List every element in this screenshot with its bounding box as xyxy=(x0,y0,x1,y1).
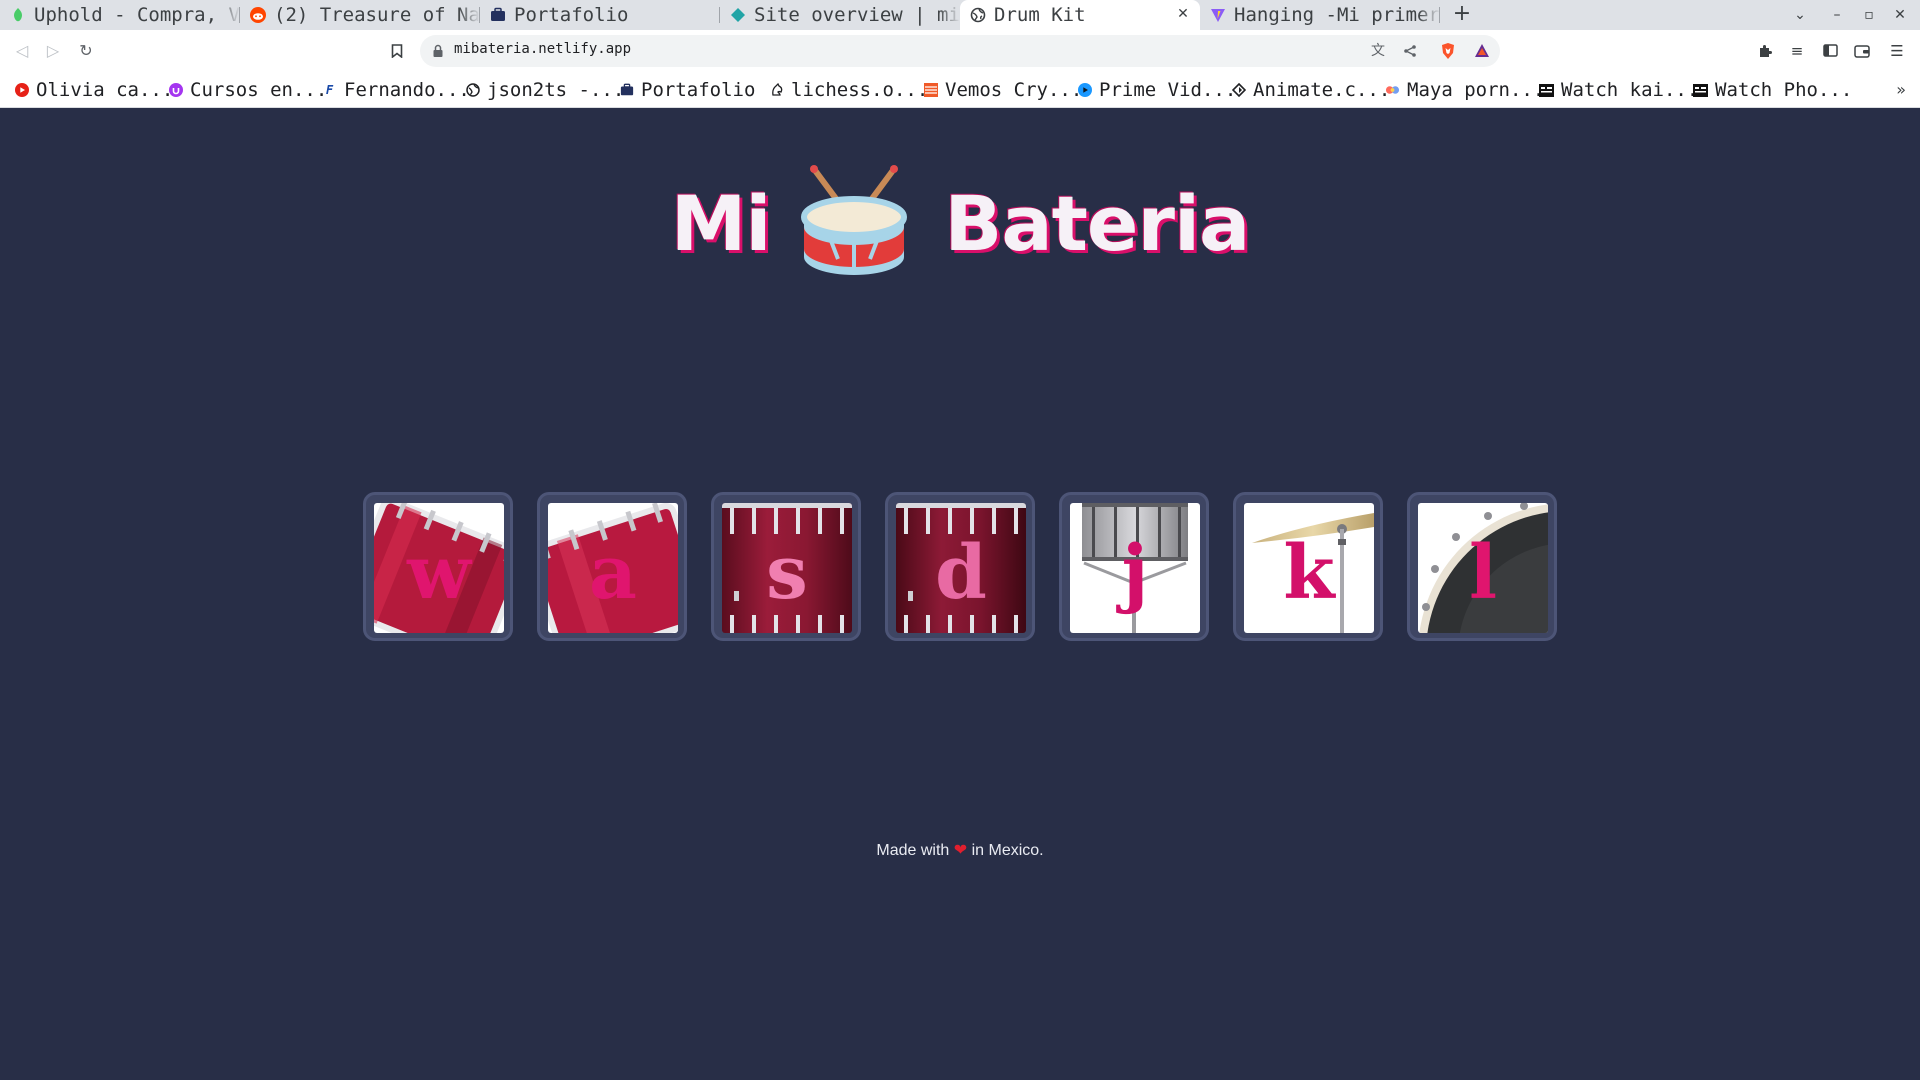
key-letter: a xyxy=(589,530,637,616)
colorful-icon xyxy=(1385,83,1400,98)
prime-video-icon xyxy=(1077,83,1092,98)
drum-key-k[interactable]: k xyxy=(1233,492,1383,641)
drum-key-w[interactable]: w xyxy=(363,492,513,641)
bookmark-item[interactable]: Watch Pho... xyxy=(1693,77,1852,103)
drum-key-j[interactable]: j xyxy=(1059,492,1209,641)
brave-shields-icon[interactable] xyxy=(1438,41,1458,61)
new-tab-button[interactable]: + xyxy=(1450,3,1474,27)
tab-netlify[interactable]: Site overview | mi xyxy=(720,0,960,30)
minimize-icon[interactable]: – xyxy=(1826,4,1848,26)
key-letter: l xyxy=(1468,530,1498,616)
vite-icon xyxy=(1210,7,1226,23)
more-bookmarks-icon[interactable]: » xyxy=(1896,80,1906,99)
globe-icon xyxy=(465,83,480,98)
key-letter: k xyxy=(1283,530,1335,616)
wallet-icon[interactable] xyxy=(1851,40,1873,62)
tab-reddit[interactable]: (2) Treasure of Na xyxy=(240,0,480,30)
heart-icon: ❤ xyxy=(953,842,968,859)
brave-rewards-icon[interactable] xyxy=(1472,41,1492,61)
key-letter: s xyxy=(766,530,808,616)
page-title: Mi Bateria xyxy=(0,158,1920,288)
restore-icon[interactable]: ▫ xyxy=(1858,4,1880,26)
bookmark-item[interactable]: Animate.c... xyxy=(1231,77,1390,103)
title-right: Bateria xyxy=(944,178,1250,268)
title-left: Mi xyxy=(670,178,772,268)
close-tab-icon[interactable]: ✕ xyxy=(1174,5,1192,23)
bookmark-item[interactable]: Maya porn... xyxy=(1385,77,1544,103)
footer-text: Made with ❤ in Mexico. xyxy=(876,842,1044,859)
key-letter: w xyxy=(407,530,471,616)
reddit-icon xyxy=(250,7,266,23)
uphold-icon xyxy=(10,7,26,23)
bookmark-item[interactable]: F Fernando... xyxy=(322,77,470,103)
bookmark-item[interactable]: Prime Vid... xyxy=(1077,77,1236,103)
youtube-icon xyxy=(14,83,29,98)
tab-uphold[interactable]: Uphold - Compra, V xyxy=(0,0,240,30)
tab-drum-kit[interactable]: Drum Kit ✕ xyxy=(960,0,1200,30)
drum-key-l[interactable]: l xyxy=(1407,492,1557,641)
close-window-icon[interactable]: ✕ xyxy=(1889,4,1911,26)
briefcase-icon xyxy=(490,7,506,23)
film-icon xyxy=(1539,83,1554,98)
drum-key-a[interactable]: a xyxy=(537,492,687,641)
address-bar[interactable]: mibateria.netlify.app 文 xyxy=(420,35,1500,67)
drum-icon xyxy=(798,163,910,283)
bookmark-item[interactable]: Watch kai... xyxy=(1539,77,1698,103)
film-icon xyxy=(1693,83,1708,98)
menu-icon[interactable]: ☰ xyxy=(1886,40,1908,62)
forward-icon[interactable]: ▷ xyxy=(41,39,65,63)
lock-icon xyxy=(432,43,448,59)
vemos-icon xyxy=(923,83,938,98)
back-icon[interactable]: ◁ xyxy=(10,39,34,63)
media-controls-icon[interactable]: ≡ xyxy=(1786,40,1808,62)
tab-hanging[interactable]: Hanging -Mi primer xyxy=(1200,0,1440,30)
tab-portafolio[interactable]: Portafolio xyxy=(480,0,720,30)
browser-toolbar: ◁ ▷ ↻ mibateria.netlify.app 文 ≡ ☰ xyxy=(0,30,1920,72)
drum-key-d[interactable]: d xyxy=(885,492,1035,641)
lichess-icon xyxy=(769,83,784,98)
sidebar-icon[interactable] xyxy=(1819,40,1841,62)
animate-icon xyxy=(1231,83,1246,98)
key-letter: d xyxy=(935,530,987,616)
globe-icon xyxy=(970,7,986,23)
share-icon[interactable] xyxy=(1400,41,1420,61)
translate-icon[interactable]: 文 xyxy=(1368,41,1388,61)
bookmark-item[interactable]: Vemos Cry... xyxy=(923,77,1082,103)
browser-tab-strip: Uphold - Compra, V (2) Treasure of Na Po… xyxy=(0,0,1920,30)
netlify-icon xyxy=(730,7,746,23)
url-text[interactable]: mibateria.netlify.app xyxy=(454,41,631,57)
bookmarks-bar: Olivia ca... Cursos en... F Fernando... … xyxy=(0,72,1920,108)
bookmark-item[interactable]: Olivia ca... xyxy=(14,77,173,103)
bookmark-item[interactable]: json2ts -... xyxy=(465,77,624,103)
bookmark-page-icon[interactable] xyxy=(385,39,409,63)
drum-keys: w a s d j k l xyxy=(363,492,1557,641)
page-content: Mi Bateria w a s d j k l Made with ❤ in … xyxy=(0,108,1920,1080)
key-letter: j xyxy=(1121,530,1149,616)
drum-key-s[interactable]: s xyxy=(711,492,861,641)
tab-search-icon[interactable]: ⌄ xyxy=(1789,4,1811,26)
bookmark-item[interactable]: Portafolio xyxy=(619,77,755,103)
bookmark-item[interactable]: Cursos en... xyxy=(168,77,327,103)
extensions-icon[interactable] xyxy=(1754,40,1776,62)
briefcase-icon xyxy=(619,83,634,98)
bookmark-item[interactable]: lichess.o... xyxy=(769,77,928,103)
udemy-icon xyxy=(168,83,183,98)
reload-icon[interactable]: ↻ xyxy=(74,39,98,63)
fh-icon: F xyxy=(325,82,334,97)
